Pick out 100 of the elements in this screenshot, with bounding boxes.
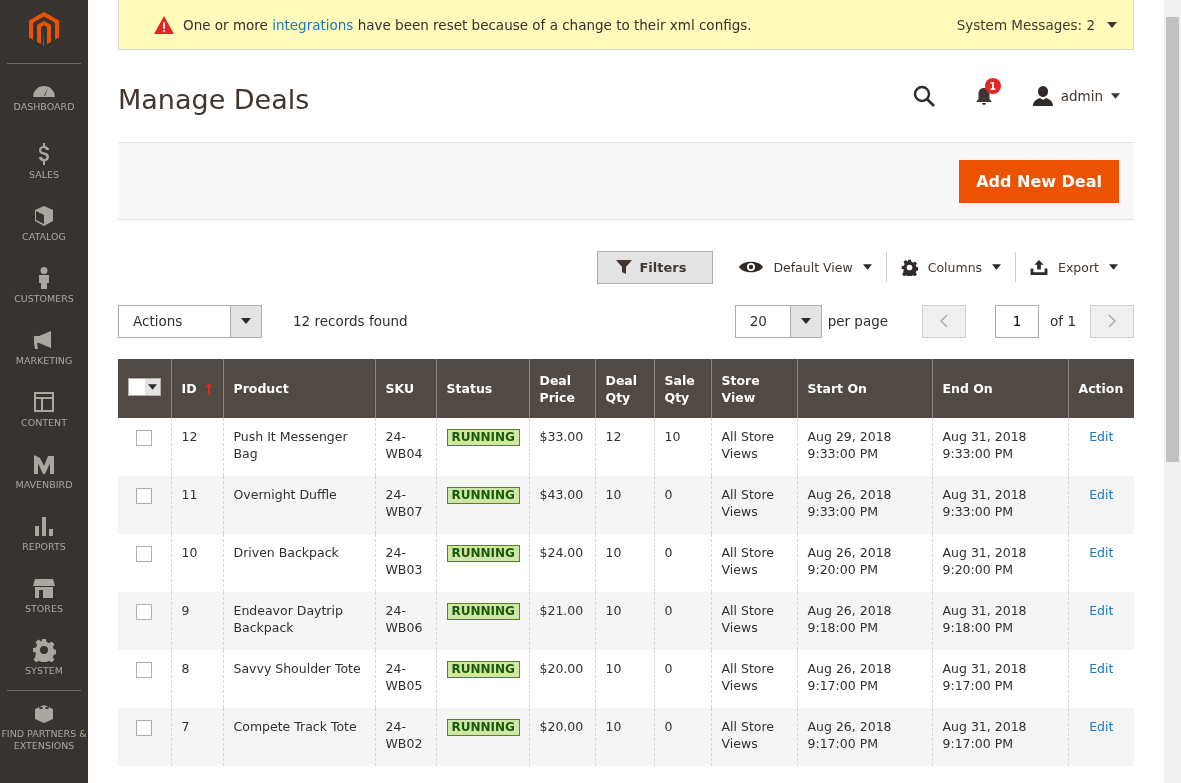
- sidebar-item[interactable]: MAVENBIRD: [1, 440, 87, 502]
- caret-icon: [862, 264, 872, 270]
- next-page-button[interactable]: [1090, 304, 1134, 338]
- integrations-link[interactable]: integrations: [272, 16, 354, 33]
- row-checkbox[interactable]: [136, 488, 152, 504]
- caret-icon: [1111, 93, 1120, 99]
- edit-link[interactable]: Edit: [1089, 429, 1114, 444]
- user-icon: [1032, 86, 1053, 106]
- product-cell: Driven Backpack: [233, 545, 339, 560]
- actions-dropdown[interactable]: Actions: [118, 304, 262, 338]
- sidebar-item[interactable]: CUSTOMERS: [1, 254, 87, 316]
- row-checkbox[interactable]: [136, 720, 152, 736]
- qty-cell: 0: [664, 661, 673, 676]
- edit-link[interactable]: Edit: [1089, 719, 1114, 734]
- caret-icon: [1109, 264, 1118, 270]
- store-view-cell: All Store Views: [721, 603, 774, 635]
- sidebar-item[interactable]: CONTENT: [1, 378, 87, 440]
- edit-link[interactable]: Edit: [1089, 545, 1114, 560]
- filter-icon: [616, 259, 633, 275]
- status-badge: RUNNING: [446, 603, 520, 620]
- columns-dropdown[interactable]: Columns: [894, 258, 1008, 276]
- store-view-cell: All Store Views: [721, 661, 774, 693]
- sku-cell: 24-WB06: [385, 603, 423, 635]
- per-page-dropdown[interactable]: 20: [734, 304, 822, 338]
- column-header[interactable]: Product: [223, 359, 375, 418]
- mass-select-checkbox[interactable]: [128, 378, 161, 396]
- edit-link[interactable]: Edit: [1089, 661, 1114, 676]
- filters-button[interactable]: Filters: [597, 250, 714, 284]
- column-header[interactable]: Status: [436, 359, 529, 418]
- column-header[interactable]: Start On: [797, 359, 932, 418]
- column-header[interactable]: End On: [932, 359, 1068, 418]
- scrollbar[interactable]: [1164, 0, 1181, 783]
- id-cell: 7: [181, 719, 190, 734]
- date-cell: Aug 26, 2018 9:33:00 PM: [807, 487, 892, 519]
- qty-cell: 10: [605, 603, 622, 618]
- previous-page-button[interactable]: [922, 304, 967, 338]
- store-view-cell: All Store Views: [721, 487, 774, 519]
- date-cell: Aug 31, 2018 9:20:00 PM: [942, 545, 1027, 577]
- status-badge: RUNNING: [446, 545, 520, 562]
- sidebar-item[interactable]: REPORTS: [1, 502, 87, 564]
- column-header[interactable]: Sale Qty: [654, 359, 711, 418]
- sku-cell: 24-WB04: [385, 429, 423, 461]
- qty-cell: 12: [605, 429, 622, 444]
- sidebar-item[interactable]: DASHBOARD: [1, 68, 87, 130]
- column-header[interactable]: Deal Price: [529, 359, 595, 418]
- notification-badge: 1: [984, 78, 1001, 94]
- sidebar-item[interactable]: FIND PARTNERS & EXTENSIONS: [1, 695, 87, 757]
- add-new-deal-button[interactable]: Add New Deal: [959, 159, 1119, 203]
- sku-cell: 24-WB05: [385, 661, 423, 693]
- sidebar-item[interactable]: SALES: [1, 130, 87, 192]
- product-cell: Compete Track Tote: [233, 719, 357, 734]
- status-badge: RUNNING: [446, 429, 520, 446]
- warning-icon: [153, 14, 175, 35]
- row-checkbox[interactable]: [136, 604, 152, 620]
- chevron-right-icon: [1108, 314, 1116, 328]
- edit-link[interactable]: Edit: [1089, 603, 1114, 618]
- sku-cell: 24-WB07: [385, 487, 423, 519]
- column-header[interactable]: Action: [1068, 359, 1134, 418]
- column-header[interactable]: Store View: [711, 359, 797, 418]
- status-badge: RUNNING: [446, 719, 520, 736]
- box-icon: [32, 203, 56, 228]
- qty-cell: 10: [605, 545, 622, 560]
- date-cell: Aug 31, 2018 9:17:00 PM: [942, 719, 1027, 751]
- view-dropdown[interactable]: Default View: [733, 259, 878, 275]
- sidebar-item[interactable]: STORES: [1, 564, 87, 626]
- status-badge: RUNNING: [446, 661, 520, 678]
- sidebar-item[interactable]: MARKETING: [1, 316, 87, 378]
- search-icon[interactable]: [912, 85, 935, 107]
- id-cell: 10: [181, 545, 198, 560]
- page-number-field[interactable]: 1: [995, 304, 1040, 338]
- dashboard-icon: [32, 85, 56, 98]
- column-header[interactable]: SKU: [375, 359, 436, 418]
- date-cell: Aug 26, 2018 9:17:00 PM: [807, 719, 892, 751]
- row-checkbox[interactable]: [136, 546, 152, 562]
- layout-icon: [32, 389, 56, 414]
- user-menu[interactable]: admin: [1032, 86, 1120, 106]
- date-cell: Aug 29, 2018 9:33:00 PM: [807, 429, 892, 461]
- store-view-cell: All Store Views: [721, 719, 774, 751]
- sidebar-item[interactable]: CATALOG: [1, 192, 87, 254]
- system-messages-dropdown[interactable]: System Messages: 2: [956, 16, 1117, 33]
- column-header[interactable]: ID: [171, 359, 223, 418]
- qty-cell: 0: [664, 719, 673, 734]
- logo-icon: [29, 12, 59, 46]
- row-checkbox[interactable]: [136, 430, 152, 446]
- date-cell: Aug 26, 2018 9:20:00 PM: [807, 545, 892, 577]
- page-total: of 1: [1050, 313, 1076, 329]
- edit-link[interactable]: Edit: [1089, 487, 1114, 502]
- system-message: One or more integrations have been reset because of a change to their xml configs.: [183, 16, 753, 33]
- qty-cell: 0: [664, 487, 673, 502]
- caret-icon: [800, 318, 811, 324]
- row-checkbox[interactable]: [136, 662, 152, 678]
- price-cell: $21.00: [539, 603, 584, 618]
- date-cell: Aug 26, 2018 9:18:00 PM: [807, 603, 892, 635]
- caret-icon: [1107, 21, 1117, 28]
- gear-icon: [32, 637, 56, 662]
- column-header[interactable]: Deal Qty: [595, 359, 654, 418]
- qty-cell: 10: [664, 429, 681, 444]
- product-cell: Overnight Duffle: [233, 487, 337, 502]
- sidebar-item[interactable]: SYSTEM: [1, 626, 87, 688]
- export-dropdown[interactable]: Export: [1024, 259, 1124, 275]
